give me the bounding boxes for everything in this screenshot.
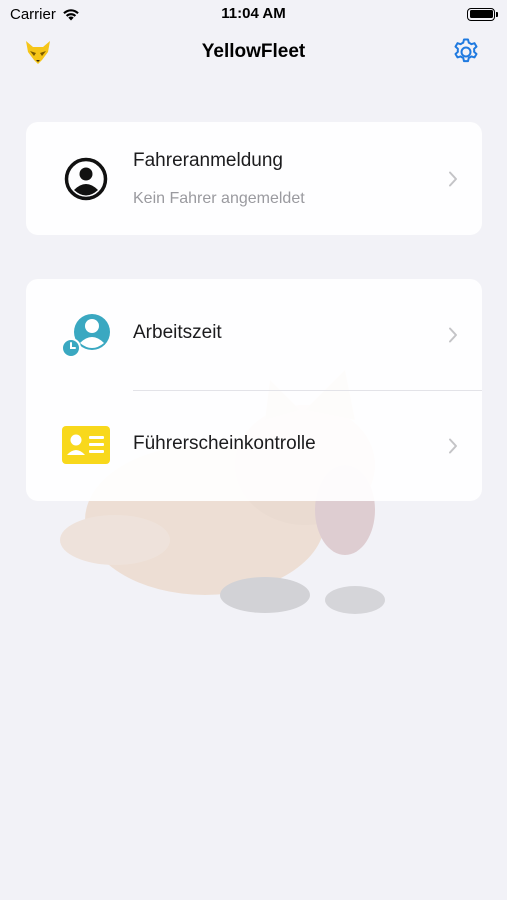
work-time-user-clock-icon <box>60 308 112 360</box>
fox-logo-icon[interactable] <box>24 38 52 66</box>
navigation-bar: YellowFleet <box>0 28 507 76</box>
status-bar: Carrier 11:04 AM <box>0 0 507 28</box>
battery-level <box>469 10 493 18</box>
driver-login-status: Kein Fahrer angemeldet <box>133 190 305 207</box>
driver-login-title: Fahreranmeldung <box>133 150 283 171</box>
menu-item-label: Führerscheinkontrolle <box>133 433 316 454</box>
menu-item-fuehrerscheinkontrolle[interactable]: Führerscheinkontrolle <box>26 391 482 501</box>
user-circle-icon <box>60 153 112 205</box>
driver-login-card[interactable]: Fahreranmeldung Kein Fahrer angemeldet <box>26 122 482 235</box>
status-time: 11:04 AM <box>221 5 286 22</box>
license-card-icon <box>60 419 112 471</box>
chevron-right-icon <box>449 327 457 343</box>
menu-card: Arbeitszeit Führerscheinkontrolle <box>26 279 482 501</box>
gear-icon[interactable] <box>451 37 481 67</box>
menu-item-label: Arbeitszeit <box>133 322 222 343</box>
driver-login-row[interactable]: Fahreranmeldung Kein Fahrer angemeldet <box>26 122 482 235</box>
battery-icon <box>467 7 498 21</box>
page-title: YellowFleet <box>201 41 306 62</box>
menu-item-arbeitszeit[interactable]: Arbeitszeit <box>26 279 482 390</box>
chevron-right-icon <box>449 438 457 454</box>
chevron-right-icon <box>449 171 457 187</box>
